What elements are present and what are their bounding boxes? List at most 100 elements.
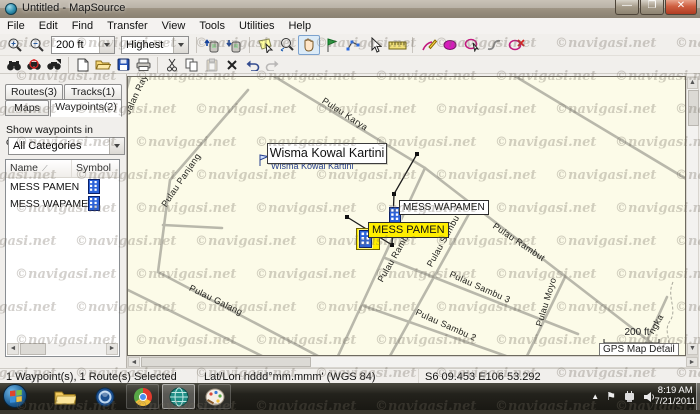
tab-maps[interactable]: Maps — [5, 100, 49, 116]
clock-date: 7/21/2011 — [654, 396, 696, 407]
tray-expand-icon[interactable]: ▲ — [591, 392, 599, 401]
taskbar-paint-button[interactable] — [198, 384, 231, 409]
show-desktop-button[interactable] — [696, 383, 700, 410]
scroll-right-icon[interactable]: ► — [686, 357, 698, 367]
map-vertical-scrollbar[interactable]: ▲ ▼ — [686, 76, 699, 356]
column-name[interactable]: Name⟋ — [6, 160, 72, 177]
chevron-down-icon[interactable] — [99, 37, 114, 53]
menu-tools[interactable]: Tools — [192, 19, 232, 33]
hand-pan-tool-button[interactable] — [298, 35, 320, 55]
category-combo[interactable]: All Categories — [8, 137, 125, 155]
menu-view[interactable]: View — [155, 19, 193, 33]
paste-button[interactable] — [202, 57, 222, 73]
receive-from-device-button[interactable] — [223, 35, 245, 55]
waypoint-row[interactable]: MESS WAPAMEN — [6, 195, 119, 212]
find-button[interactable] — [4, 57, 24, 73]
recent-finds-button[interactable] — [44, 57, 64, 73]
cut-button[interactable] — [162, 57, 182, 73]
map-detail-value: Highest — [122, 39, 173, 51]
save-button[interactable] — [113, 57, 133, 73]
windows-logo-icon — [4, 385, 28, 409]
taskbar-media-player-button[interactable] — [88, 384, 121, 409]
find-nearest-button[interactable] — [24, 57, 44, 73]
scroll-down-icon[interactable]: ▼ — [687, 343, 698, 355]
map-detail-combo[interactable]: Highest — [121, 36, 189, 54]
status-position-format: Lat/Lon hddd°mm.mmm' (WGS 84) — [198, 369, 419, 384]
scroll-left-icon[interactable]: ◄ — [7, 343, 19, 355]
send-to-device-button[interactable] — [201, 35, 223, 55]
track-edit-tool-button[interactable] — [461, 35, 483, 55]
tab-waypoints[interactable]: Waypoints(2) — [50, 99, 122, 117]
zoom-out-button[interactable] — [26, 35, 48, 55]
toolbar-separator — [249, 37, 250, 53]
scroll-thumb[interactable] — [141, 357, 311, 367]
action-center-flag-icon[interactable]: ⚑ — [606, 390, 616, 403]
scroll-thumb[interactable] — [688, 90, 699, 126]
draw-route-tool-button[interactable] — [417, 35, 439, 55]
menu-transfer[interactable]: Transfer — [100, 19, 155, 33]
track-edit-icon — [464, 37, 481, 52]
start-button[interactable] — [3, 384, 27, 408]
scroll-thumb[interactable] — [20, 343, 46, 355]
zoom-in-button[interactable] — [4, 35, 26, 55]
menu-utilities[interactable]: Utilities — [232, 19, 281, 33]
new-document-button[interactable] — [73, 57, 93, 73]
scroll-right-icon[interactable]: ► — [106, 343, 118, 355]
zoom-scale-combo[interactable]: 200 ft — [51, 36, 115, 54]
copy-button[interactable] — [182, 57, 202, 73]
sort-ascending-icon: ⟋ — [42, 164, 48, 173]
delete-button[interactable] — [222, 57, 242, 73]
selection-arrow-tool-button[interactable] — [364, 35, 386, 55]
waypoint-label-mess-pamen[interactable]: MESS PAMEN — [368, 222, 449, 238]
track-erase-tool-button[interactable] — [505, 35, 527, 55]
track-tool-button[interactable] — [439, 35, 461, 55]
waypoint-label-mess-wapamen[interactable]: MESS WAPAMEN — [399, 200, 489, 215]
map-horizontal-scrollbar[interactable]: ◄ ► — [127, 356, 699, 368]
restore-button[interactable]: ❐ — [640, 0, 664, 15]
map-select-tool-button[interactable] — [254, 35, 276, 55]
sidebar-horizontal-scrollbar[interactable]: ◄ ► — [7, 343, 118, 355]
category-value: All Categories — [9, 140, 109, 152]
waypoint-name: MESS PAMEN — [6, 181, 88, 193]
minimize-button[interactable]: — — [615, 0, 639, 15]
menu-file[interactable]: File — [0, 19, 32, 33]
undo-button[interactable] — [242, 57, 262, 73]
taskbar-explorer-button[interactable] — [48, 384, 81, 409]
track-join-tool-button[interactable] — [483, 35, 505, 55]
waypoint-list: MESS PAMEN MESS WAPAMEN — [6, 178, 119, 212]
status-bar: 1 Waypoint(s), 1 Route(s) Selected Lat/L… — [0, 368, 700, 384]
waypoint-row[interactable]: MESS PAMEN — [6, 178, 119, 195]
taskbar-mapsource-button[interactable] — [162, 384, 195, 409]
route-tool-button[interactable] — [342, 35, 364, 55]
system-tray: ▲ ⚑ — [591, 383, 656, 410]
tab-routes[interactable]: Routes(3) — [5, 84, 63, 100]
menu-edit[interactable]: Edit — [32, 19, 65, 33]
scroll-up-icon[interactable]: ▲ — [687, 77, 698, 89]
track-erase-icon — [508, 37, 525, 52]
waypoint-flag-tool-button[interactable] — [320, 35, 342, 55]
column-symbol[interactable]: Symbol — [72, 160, 119, 177]
map-select-tool-icon — [257, 37, 274, 53]
toolbar-standard — [0, 56, 700, 74]
open-file-button[interactable] — [93, 57, 113, 73]
print-button[interactable] — [133, 57, 153, 73]
scroll-left-icon[interactable]: ◄ — [128, 357, 140, 367]
menu-help[interactable]: Help — [281, 19, 318, 33]
zoom-tool-button[interactable] — [276, 35, 298, 55]
copy-icon — [185, 58, 199, 72]
scale-distance-label: 200 ft — [616, 327, 658, 338]
send-to-device-icon — [204, 37, 220, 53]
chevron-down-icon[interactable] — [173, 37, 188, 53]
taskbar-chrome-button[interactable] — [126, 384, 159, 409]
close-button[interactable]: ✕ — [665, 0, 697, 15]
redo-button[interactable] — [262, 57, 282, 73]
map-canvas[interactable]: Jalan RayaPulau KaryaPulau PanjangPulau … — [128, 77, 685, 355]
chevron-down-icon[interactable] — [109, 138, 124, 154]
menu-bar: File Edit Find Transfer View Tools Utili… — [0, 18, 700, 35]
power-plug-icon[interactable] — [623, 391, 636, 403]
distance-ruler-tool-button[interactable] — [386, 35, 408, 55]
taskbar-clock[interactable]: 8:19 AM 7/21/2011 — [654, 385, 696, 407]
menu-find[interactable]: Find — [65, 19, 100, 33]
tab-tracks[interactable]: Tracks(1) — [64, 84, 122, 100]
mapsource-globe-icon — [5, 3, 17, 15]
